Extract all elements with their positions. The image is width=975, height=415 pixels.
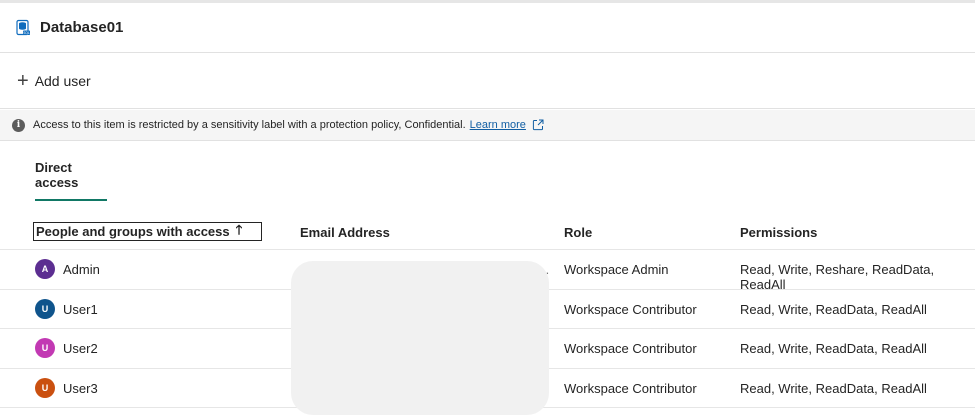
tab-direct-access[interactable]: Direct access: [35, 160, 107, 201]
user-name: Admin: [63, 262, 100, 277]
avatar: U: [35, 298, 55, 319]
title-bar: SQL Database01: [0, 3, 975, 53]
learn-more-link[interactable]: Learn more: [470, 119, 526, 131]
column-header-permissions[interactable]: Permissions: [740, 225, 817, 240]
user-name: User1: [63, 301, 98, 317]
column-header-people-label: People and groups with access: [36, 224, 230, 239]
user-permissions: Read, Write, ReadData, ReadAll: [740, 341, 927, 356]
external-link-icon[interactable]: [532, 119, 544, 131]
column-header-people[interactable]: People and groups with access 🡑: [33, 222, 262, 241]
user-role: Workspace Contributor: [564, 380, 697, 396]
user-permissions: Read, Write, ReadData, ReadAll: [740, 380, 927, 396]
tab-list: Direct access: [35, 160, 107, 201]
column-header-email[interactable]: Email Address: [300, 225, 390, 240]
sql-database-icon: SQL: [14, 19, 32, 37]
add-user-label: Add user: [34, 73, 91, 89]
banner-message: Access to this item is restricted by a s…: [33, 119, 466, 131]
user-role: Workspace Admin: [564, 262, 669, 277]
plus-icon: +: [17, 70, 29, 92]
user-role: Workspace Contributor: [564, 301, 697, 317]
redacted-email-region: [291, 261, 549, 415]
sort-ascending-icon: 🡑: [235, 221, 243, 237]
user-name: User3: [63, 380, 98, 396]
toolbar: + Add user: [0, 54, 975, 109]
avatar: U: [35, 338, 55, 358]
page-title: Database01: [40, 19, 124, 36]
sensitivity-banner: i Access to this item is restricted by a…: [0, 110, 975, 141]
user-permissions: Read, Write, ReadData, ReadAll: [740, 301, 927, 317]
column-header-role[interactable]: Role: [564, 225, 592, 240]
svg-text:SQL: SQL: [23, 31, 30, 35]
avatar: A: [35, 259, 55, 279]
user-role: Workspace Contributor: [564, 341, 697, 356]
user-name: User2: [63, 341, 98, 356]
table-header: People and groups with access 🡑 Email Ad…: [0, 212, 975, 250]
user-permissions: Read, Write, Reshare, ReadData, ReadAll: [740, 262, 935, 292]
avatar: U: [35, 377, 55, 398]
add-user-button[interactable]: + Add user: [17, 71, 91, 91]
info-icon: i: [12, 118, 25, 132]
